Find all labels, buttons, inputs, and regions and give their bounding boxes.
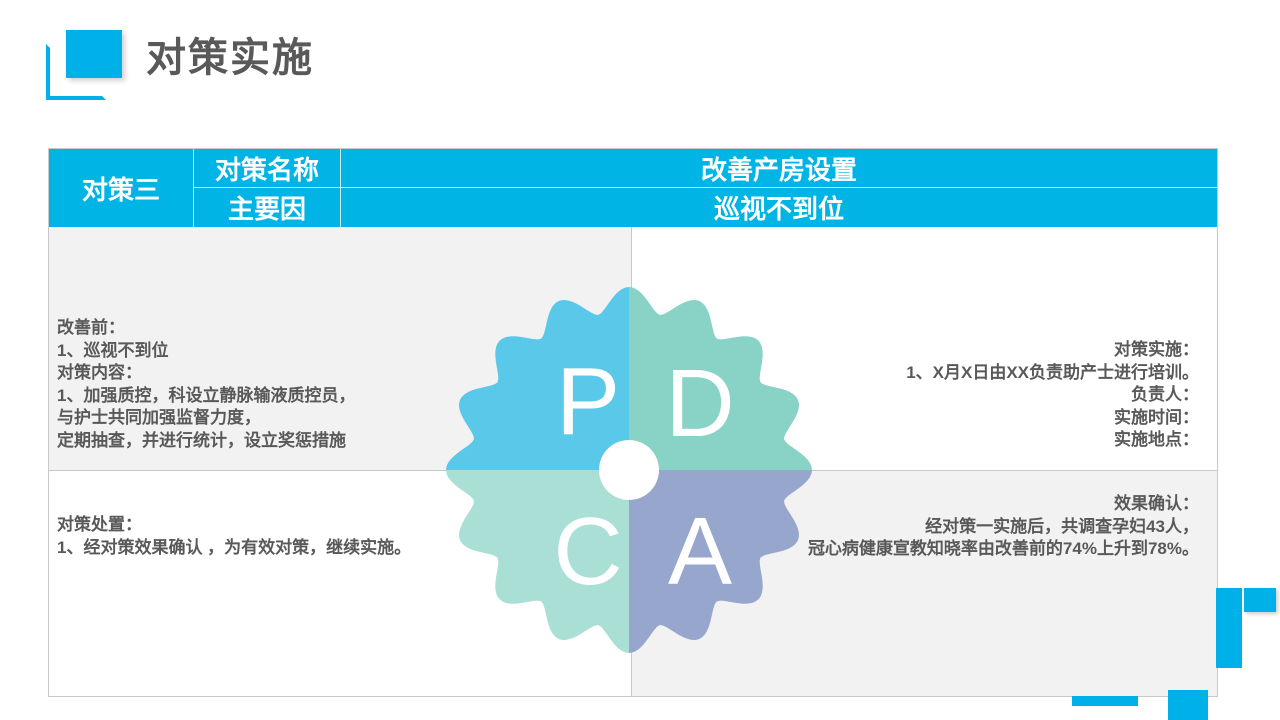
countermeasure-name-value: 改善产房设置 — [341, 149, 1217, 188]
countermeasure-name-label: 对策名称 — [194, 149, 341, 188]
corner-decoration-bar — [1216, 588, 1242, 668]
corner-decoration-strip — [1072, 696, 1138, 706]
countermeasure-label: 对策三 — [49, 149, 194, 227]
effect-confirmation-text: 效果确认： 经对策一实施后，共调查孕妇43人， 冠心病健康宣教知晓率由改善前的7… — [807, 494, 1199, 558]
main-cause-value: 巡视不到位 — [713, 194, 844, 224]
before-and-content-text: 改善前： 1、巡视不到位 对策内容： 1、加强质控，科设立静脉输液质控员， 与护… — [57, 318, 356, 450]
pdca-letter-d: D — [665, 350, 734, 457]
pdca-letter-a: A — [668, 498, 732, 605]
disposal-text: 对策处置： 1、经对策效果确认 ，为有效对策，继续实施。 — [57, 515, 412, 557]
table-header: 对策三 对策名称 主要因 改善产房设置 巡视不到位 — [49, 149, 1217, 227]
corner-decoration-square — [1244, 588, 1276, 612]
implementation-text: 对策实施： 1、X月X日由XX负责助产士进行培训。 负责人： 实施时间： 实施地… — [906, 340, 1199, 449]
pdca-letter-p: P — [556, 348, 620, 455]
corner-decoration-block — [1168, 690, 1208, 720]
pdca-gear-diagram: P D C A — [446, 287, 812, 653]
main-cause-label: 主要因 — [194, 188, 341, 227]
page-title: 对策实施 — [146, 36, 314, 80]
pdca-letter-c: C — [553, 498, 622, 605]
title-decoration-square — [66, 30, 122, 78]
